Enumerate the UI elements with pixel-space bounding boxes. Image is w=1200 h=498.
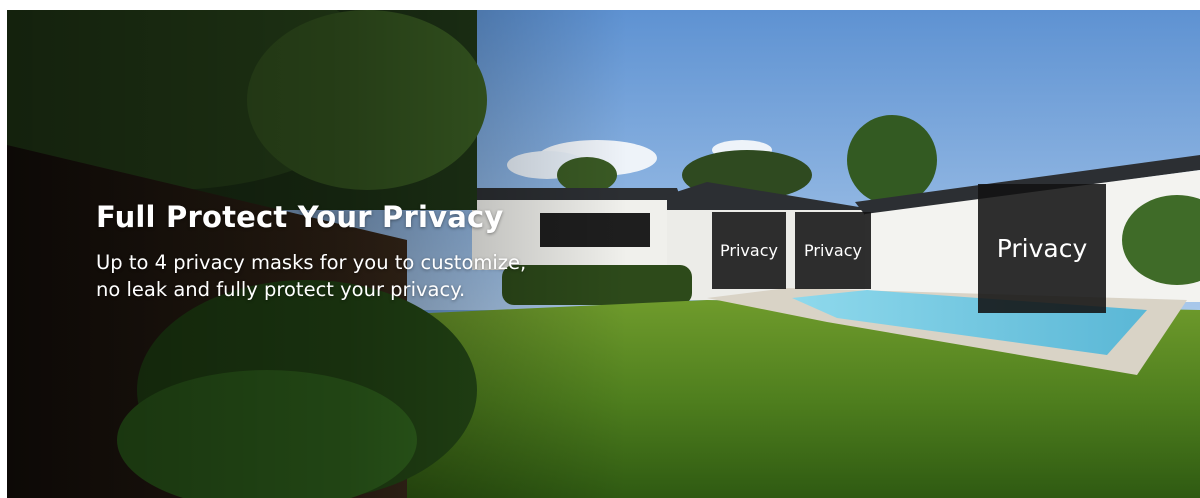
banner-subline-line-2: no leak and fully protect your privacy. bbox=[96, 278, 466, 301]
banner-subline-line-1: Up to 4 privacy masks for you to customi… bbox=[96, 251, 527, 274]
privacy-mask-3: Privacy bbox=[978, 184, 1106, 313]
privacy-banner: Full Protect Your Privacy Up to 4 privac… bbox=[7, 10, 1200, 498]
privacy-mask-1: Privacy bbox=[712, 212, 786, 289]
banner-subline: Up to 4 privacy masks for you to customi… bbox=[96, 249, 526, 303]
privacy-mask-2: Privacy bbox=[795, 212, 871, 289]
banner-headline: Full Protect Your Privacy bbox=[96, 200, 504, 234]
page: Full Protect Your Privacy Up to 4 privac… bbox=[0, 0, 1200, 498]
